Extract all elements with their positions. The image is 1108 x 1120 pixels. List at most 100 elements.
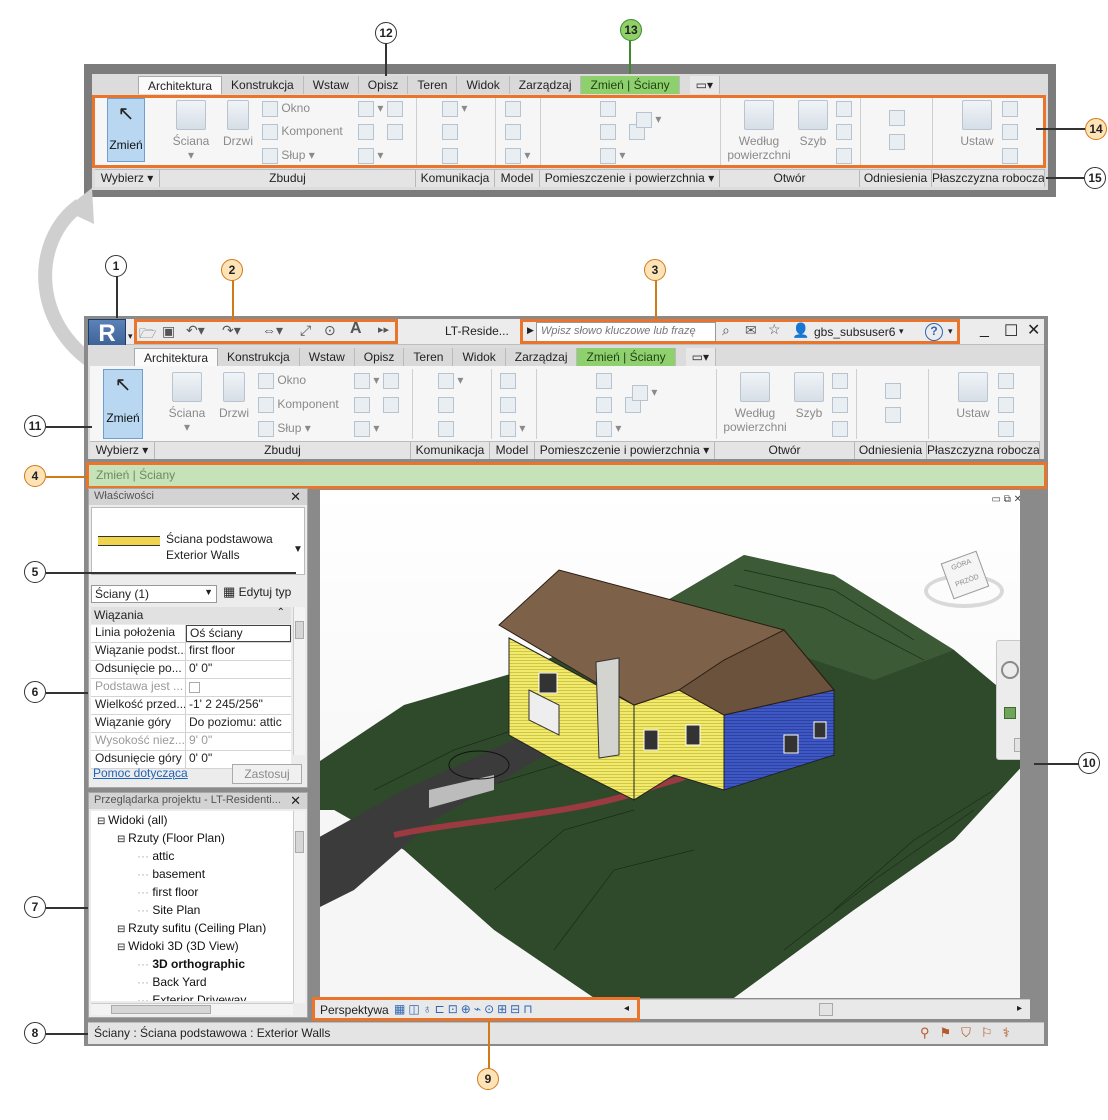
browser-tree-item[interactable]: ⊟ Rzuty (Floor Plan) (117, 831, 225, 845)
browser-tree-item[interactable]: ⊟ Widoki (all) (97, 813, 168, 827)
properties-scrollbar[interactable] (293, 607, 305, 755)
property-value[interactable]: Do poziomu: attic (186, 715, 291, 732)
selection-filter-icons[interactable]: ⚲⚑⛉⚐⚕ (920, 1025, 1020, 1041)
stair-button[interactable] (438, 421, 454, 437)
tab-manage[interactable]: Zarządzaj (505, 348, 578, 366)
property-checkbox[interactable] (189, 682, 200, 693)
tree-expand-icon[interactable]: ⊟ (117, 924, 128, 935)
show-workplane-button[interactable] (998, 373, 1014, 389)
close-window-icon[interactable]: ✕ (1027, 320, 1040, 340)
minimize-ribbon-button[interactable]: ▭▾ (689, 76, 721, 94)
property-value[interactable]: first floor (186, 643, 291, 660)
browser-tree-item[interactable]: ··· Site Plan (137, 903, 200, 917)
tab-annotate[interactable]: Opisz (354, 348, 405, 366)
minimize-window-icon[interactable]: _ (980, 321, 989, 339)
tab-insert[interactable]: Wstaw (299, 348, 355, 366)
browser-tree-item[interactable]: ··· Back Yard (137, 975, 207, 989)
browser-vscrollbar[interactable] (293, 811, 305, 1003)
tab-structure[interactable]: Konstrukcja (218, 348, 300, 366)
wall-button[interactable]: Ściana ▾ (166, 372, 208, 434)
ref-plane-button[interactable] (998, 397, 1014, 413)
component-button[interactable]: Komponent (258, 397, 339, 413)
tree-expand-icon[interactable]: ⊟ (117, 834, 128, 845)
tab-view[interactable]: Widok (453, 348, 506, 366)
tab-insert[interactable]: Wstaw (303, 76, 359, 94)
door-button[interactable]: Drzwi (216, 372, 252, 420)
apply-button[interactable]: Zastosuj (232, 764, 302, 784)
edit-type-button[interactable]: ▦ Edytuj typ (223, 584, 291, 600)
property-row[interactable]: Wysokość niez... 9' 0" (91, 733, 291, 751)
panel-room-area[interactable]: Pomieszczenie i powierzchnia ▾ (540, 170, 720, 187)
tab-view[interactable]: Widok (457, 76, 510, 94)
window-button[interactable]: Okno (258, 373, 306, 389)
viewcube[interactable]: GÓRA PRZÓD (924, 550, 1004, 612)
type-selector[interactable]: Ściana podstawowa Exterior Walls ▼ (91, 507, 305, 575)
ramp-button[interactable] (438, 397, 454, 413)
tab-architecture[interactable]: Architektura (138, 76, 223, 94)
ceiling-button[interactable] (354, 397, 400, 413)
set-workplane-button[interactable]: Ustaw (948, 372, 998, 420)
model-line-button[interactable] (500, 397, 516, 413)
room-button[interactable] (596, 373, 612, 389)
tab-architecture[interactable]: Architektura (134, 348, 219, 366)
browser-tree-item[interactable]: ⊟ Rzuty sufitu (Ceiling Plan) (117, 921, 266, 935)
shaft-button[interactable]: Szyb (792, 372, 826, 420)
by-face-button[interactable]: Według powierzchni (720, 372, 790, 434)
model-group-button[interactable]: ▾ (500, 421, 525, 437)
dormer-button[interactable] (832, 421, 848, 437)
area-boundary-button[interactable]: ▾ (632, 385, 657, 401)
property-row[interactable]: Wielkość przed... -1' 2 245/256" (91, 697, 291, 715)
steering-wheel-icon[interactable] (1001, 661, 1019, 679)
modify-button[interactable]: ↖ Zmień (103, 369, 143, 439)
browser-tree-item[interactable]: ··· 3D orthographic (137, 957, 245, 971)
tab-annotate[interactable]: Opisz (358, 76, 409, 94)
tag-room-button[interactable]: ▾ (596, 421, 621, 437)
property-value[interactable]: -1' 2 245/256" (186, 697, 291, 714)
drawing-area[interactable]: ▭ ⧉ ✕ GÓRA PRZÓD (314, 490, 1028, 998)
property-row[interactable]: Wiązanie podst... first floor (91, 643, 291, 661)
tab-modify-walls[interactable]: Zmień | Ściany (581, 76, 680, 94)
tree-expand-icon[interactable]: ⊟ (117, 942, 128, 953)
vertical-opening-button[interactable] (832, 397, 848, 413)
property-value[interactable]: 0' 0" (186, 661, 291, 678)
browser-tree-item[interactable]: ··· basement (137, 867, 205, 881)
zoom-icon[interactable] (1004, 707, 1016, 719)
help-link[interactable]: Pomoc dotycząca (93, 766, 188, 780)
tab-site[interactable]: Teren (408, 76, 458, 94)
viewer-button[interactable] (998, 421, 1014, 437)
browser-tree-item[interactable]: ⊟ Widoki 3D (3D View) (117, 939, 239, 953)
maximize-window-icon[interactable]: ☐ (1004, 321, 1018, 341)
properties-close-icon[interactable]: ✕ (290, 489, 301, 505)
browser-tree-item[interactable]: ··· first floor (137, 885, 198, 899)
model-text-button[interactable] (500, 373, 516, 389)
constraints-group-header[interactable]: Wiązania ⌃ (91, 607, 291, 624)
browser-close-icon[interactable]: ✕ (290, 793, 301, 809)
property-row[interactable]: Odsunięcie po... 0' 0" (91, 661, 291, 679)
minimize-ribbon-button[interactable]: ▭▾ (685, 348, 717, 366)
type-dropdown-icon[interactable]: ▼ (293, 544, 303, 555)
tab-site[interactable]: Teren (404, 348, 454, 366)
browser-tree-item[interactable]: ··· Exterior Driveway (137, 993, 246, 1001)
property-value[interactable]: 9' 0" (186, 733, 291, 750)
browser-tree-item[interactable]: ··· attic (137, 849, 174, 863)
view-window-controls[interactable]: ▭ ⧉ ✕ (991, 494, 1022, 505)
horizontal-scroll-thumb[interactable] (819, 1003, 833, 1016)
instance-filter[interactable]: Ściany (1) ▼ (91, 585, 217, 603)
panel-room-area[interactable]: Pomieszczenie i powierzchnia ▾ (535, 442, 715, 459)
app-menu-dropdown-icon[interactable]: ▾ (128, 331, 133, 342)
panel-select[interactable]: Wybierz ▾ (90, 442, 155, 459)
viewbar-scroll-right-icon[interactable]: ▸ (1017, 1003, 1022, 1014)
roof-button[interactable]: ▾ (354, 373, 399, 389)
property-row[interactable]: Wiązanie góry Do poziomu: attic (91, 715, 291, 733)
property-row[interactable]: Linia położenia Oś ściany (91, 625, 291, 643)
wall-opening-button[interactable] (832, 373, 848, 389)
column-button[interactable]: Słup ▾ (258, 421, 311, 437)
tree-expand-icon[interactable]: ⊟ (97, 816, 108, 827)
grid-button[interactable] (885, 383, 901, 399)
floor-button[interactable]: ▾ (354, 421, 379, 437)
property-row[interactable]: Podstawa jest ... (91, 679, 291, 697)
tab-modify-walls[interactable]: Zmień | Ściany (577, 348, 676, 366)
railing-button[interactable]: ▾ (438, 373, 463, 389)
tab-structure[interactable]: Konstrukcja (222, 76, 304, 94)
reference-plane-button[interactable] (885, 407, 901, 423)
